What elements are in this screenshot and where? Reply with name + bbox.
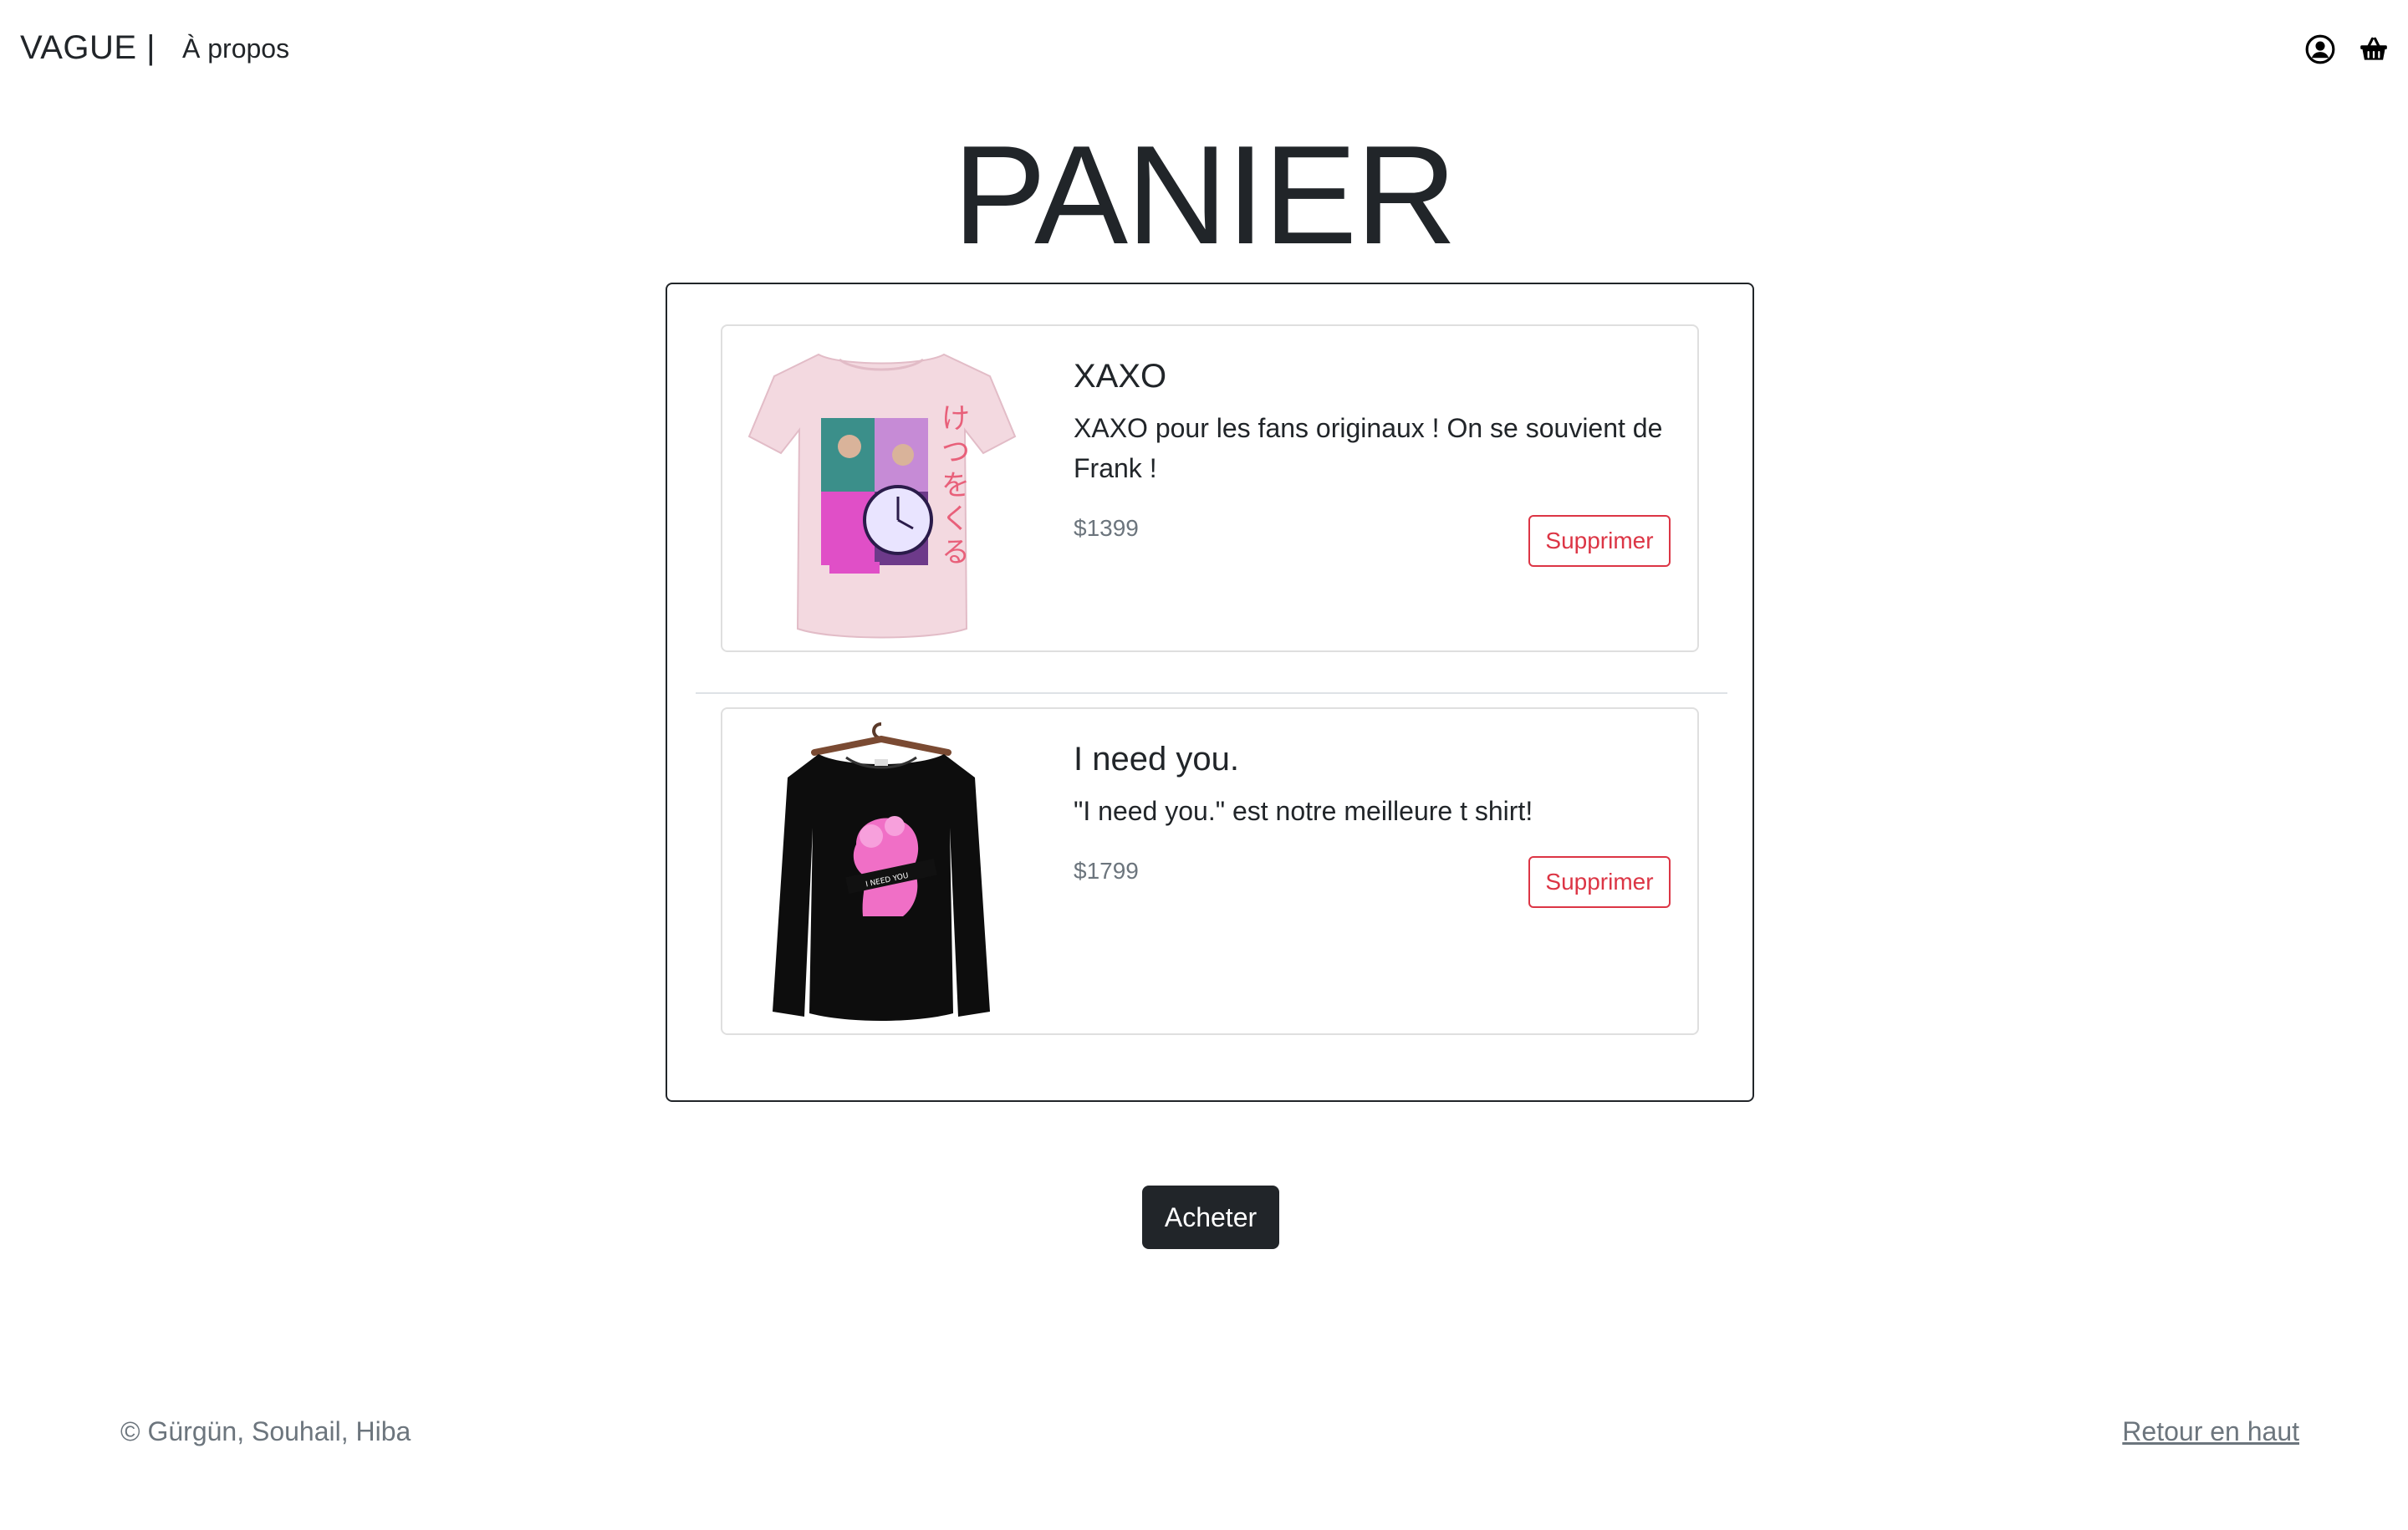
buy-button[interactable]: Acheter bbox=[1142, 1186, 1279, 1249]
brand-logo[interactable]: VAGUE | bbox=[20, 27, 156, 69]
item-description: XAXO pour les fans originaux ! On se sou… bbox=[1074, 413, 1663, 483]
svg-text:つ: つ bbox=[941, 436, 970, 469]
product-image-pink-tshirt: け つ を く る bbox=[739, 336, 1023, 642]
cart-item: け つ を く る XAXO XAXO pour les fans origin… bbox=[721, 324, 1699, 652]
svg-text:を: を bbox=[941, 469, 970, 502]
navbar: VAGUE | À propos bbox=[0, 0, 2408, 97]
cart-container: け つ を く る XAXO XAXO pour les fans origin… bbox=[666, 283, 1754, 1102]
divider bbox=[696, 692, 1727, 694]
item-description: "I need you." est notre meilleure t shir… bbox=[1074, 796, 1533, 826]
item-price: $1799 bbox=[1074, 858, 1139, 884]
cart-item: I NEED YOU I need you. "I need you." est… bbox=[721, 707, 1699, 1035]
back-to-top-link[interactable]: Retour en haut bbox=[2122, 1413, 2299, 1450]
nav-link-about[interactable]: À propos bbox=[182, 30, 289, 67]
remove-button[interactable]: Supprimer bbox=[1528, 856, 1671, 908]
page-title: PANIER bbox=[952, 116, 1457, 273]
remove-button[interactable]: Supprimer bbox=[1528, 515, 1671, 567]
item-name: I need you. bbox=[1074, 741, 1239, 778]
product-image-black-longsleeve: I NEED YOU bbox=[739, 719, 1023, 1025]
svg-text:け: け bbox=[941, 402, 970, 436]
item-price: $1399 bbox=[1074, 515, 1139, 541]
svg-text:る: る bbox=[941, 536, 970, 569]
basket-icon[interactable] bbox=[2358, 33, 2390, 65]
footer-copyright: © Gürgün, Souhail, Hiba bbox=[120, 1416, 411, 1446]
svg-text:く: く bbox=[941, 502, 970, 536]
user-circle-icon[interactable] bbox=[2304, 33, 2336, 65]
item-name: XAXO bbox=[1074, 358, 1167, 395]
